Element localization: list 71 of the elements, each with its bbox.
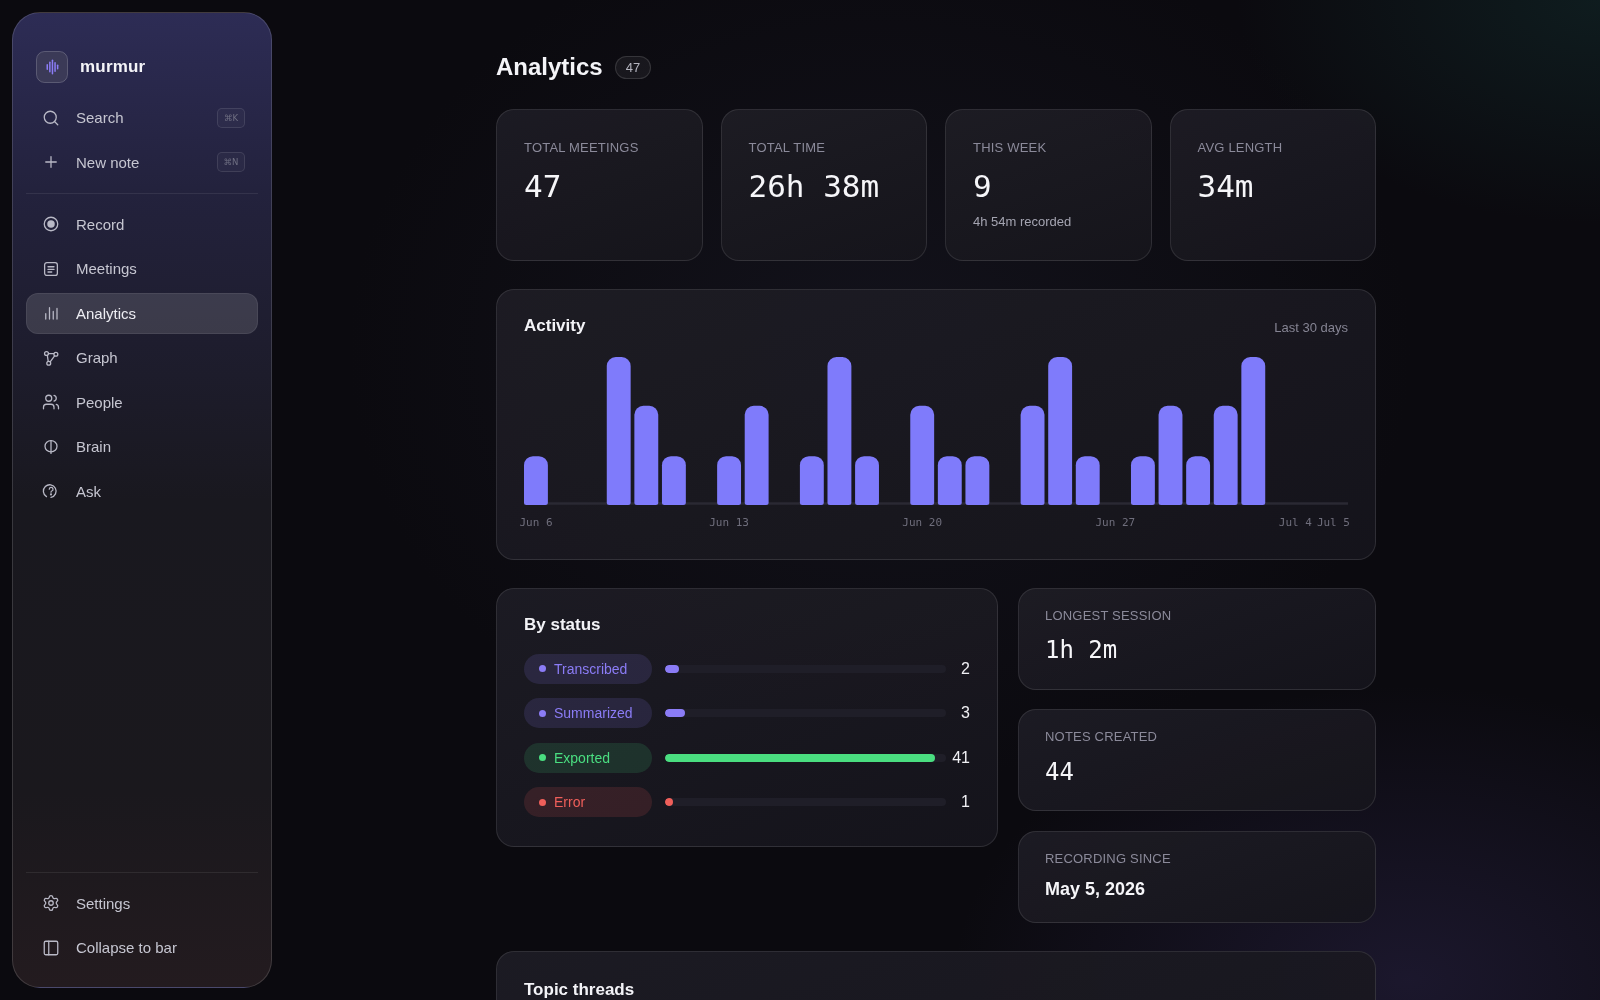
stat-value: 34m (1197, 168, 1255, 204)
axis-label: Jul 4 (1278, 515, 1312, 528)
status-count: 41 (951, 748, 970, 767)
nav-item[interactable]: Ask (26, 470, 258, 512)
chart-bar (717, 455, 741, 505)
chart-bar (1075, 455, 1100, 505)
document-lines-icon (42, 259, 60, 278)
axis-label: Jun 13 (709, 515, 749, 528)
axis-label: Jun 27 (1095, 515, 1136, 528)
shortcut-hint: ⌘K (217, 107, 245, 128)
stat-label: AVG LENGTH (1197, 140, 1284, 156)
nav-item[interactable]: People (26, 381, 258, 423)
nav-item[interactable]: Brain (26, 426, 258, 467)
nav-item[interactable]: Analytics (26, 292, 258, 334)
stat-value: 47 (524, 168, 563, 204)
search-icon (42, 108, 60, 127)
chart-bar (1131, 455, 1155, 505)
status-label: Transcribed (554, 660, 628, 677)
axis-label: Jul 5 (1316, 515, 1350, 528)
question-circle-icon (42, 482, 60, 500)
card-title: By status (524, 613, 602, 636)
nav-item[interactable]: Meetings (26, 248, 258, 289)
page-title: Analytics (496, 52, 603, 82)
status-count: 2 (960, 659, 970, 678)
nav-action[interactable]: New note ⌘N (26, 141, 258, 183)
nav-item[interactable]: Settings (26, 882, 258, 924)
settings-icon (42, 894, 60, 912)
chart-bar (965, 455, 990, 505)
sidebar-panel-icon (42, 938, 60, 957)
people-icon (42, 393, 60, 411)
stat-value: 9 (973, 168, 993, 204)
status-count: 3 (960, 704, 970, 722)
card-title: Topic threads (524, 978, 636, 1000)
bar-chart-icon (42, 304, 60, 322)
nav-item[interactable]: Collapse to bar (26, 927, 258, 968)
axis-label: Jun 6 (519, 515, 553, 528)
chart-bar (937, 455, 962, 505)
date-range-label: Last 30 days (1274, 320, 1348, 335)
chart-bar (799, 455, 824, 505)
plus-icon (42, 153, 60, 171)
waveform-logo-icon (36, 51, 68, 83)
status-label: Error (554, 794, 586, 810)
stat-value: 26h 38m (748, 168, 881, 204)
status-label: Exported (554, 749, 611, 766)
nav-action[interactable]: Search ⌘K (26, 97, 258, 138)
status-count: 1 (960, 793, 970, 811)
shortcut-hint: ⌘N (217, 152, 245, 172)
stat-label: TOTAL MEETINGS (524, 140, 640, 156)
chart-bar (661, 455, 686, 505)
stat-label: TOTAL TIME (748, 140, 827, 156)
stat-label: RECORDING SINCE (1045, 850, 1172, 867)
chart-bar (1186, 455, 1211, 505)
stat-label: THIS WEEK (973, 140, 1048, 156)
axis-label: Jun 20 (902, 515, 943, 528)
record-icon (42, 215, 60, 233)
chart-bar (524, 455, 548, 505)
stat-value: 1h 2m (1045, 635, 1119, 665)
nav-item[interactable]: Graph (26, 337, 258, 378)
split-circle-icon (42, 437, 60, 456)
card-title: Activity (524, 315, 586, 337)
nodes-icon (42, 348, 60, 367)
stat-label: NOTES CREATED (1045, 729, 1159, 745)
brand-name: murmur (80, 57, 146, 77)
chart-bar (855, 455, 879, 505)
stat-value: May 5, 2026 (1045, 877, 1147, 901)
nav-item[interactable]: Record (26, 203, 258, 245)
count-badge: 47 (614, 55, 652, 79)
stat-label: LONGEST SESSION (1045, 607, 1173, 624)
stat-note: 4h 54m recorded (973, 214, 1073, 230)
stat-value: 44 (1045, 756, 1075, 787)
status-label: Summarized (554, 705, 633, 721)
